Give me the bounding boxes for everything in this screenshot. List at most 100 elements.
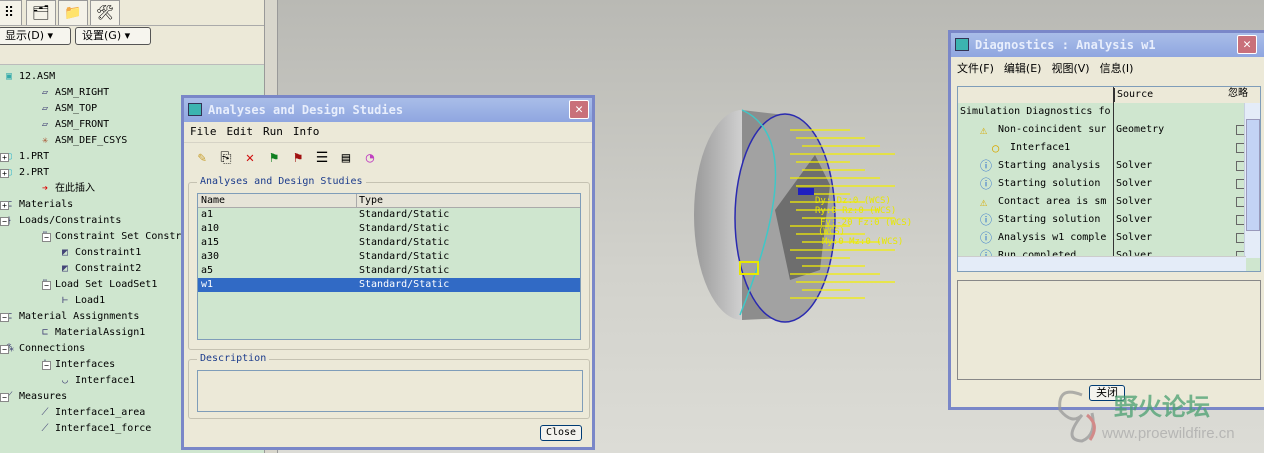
column-ignore[interactable]: 忽略 xyxy=(1228,87,1248,101)
close-button[interactable]: Close xyxy=(540,425,582,441)
ignore-checkbox[interactable] xyxy=(1236,233,1244,243)
model-viewport[interactable]: Dy: Dz:0 (WCS) Ry:0 Rz:0 (WCS) Fy:-20 Fz… xyxy=(680,100,960,340)
column-source[interactable]: Source xyxy=(1114,88,1153,102)
tree-item[interactable]: ⫳ Loads/Constraints xyxy=(2,213,121,229)
tree-item[interactable]: ◩ Constraint2 xyxy=(58,261,141,277)
edit-pencil-icon[interactable]: ✎ xyxy=(190,146,214,170)
tree-item[interactable]: ⁂ Connections xyxy=(2,341,85,357)
ignore-checkbox[interactable] xyxy=(1236,215,1244,225)
menu-info[interactable]: Info xyxy=(293,125,320,138)
ignore-checkbox[interactable] xyxy=(1236,179,1244,189)
collapse-icon[interactable]: − xyxy=(0,313,9,322)
ignore-checkbox[interactable] xyxy=(1236,161,1244,171)
menu-edit[interactable]: Edit xyxy=(227,125,254,138)
settings-dropdown[interactable]: 设置(G) ▾ xyxy=(75,27,151,45)
tree-item[interactable]: ⫴Load Set LoadSet1 xyxy=(38,277,157,293)
datum-plane-icon: ▱ xyxy=(41,119,49,130)
table-row[interactable]: a10 Standard/Static xyxy=(198,222,580,236)
tab-folder-browser[interactable]: 🗂 xyxy=(26,0,56,25)
column-name[interactable]: Name xyxy=(201,194,225,208)
tree-item[interactable]: ✳ ASM_DEF_CSYS xyxy=(38,133,127,149)
ignore-checkbox[interactable] xyxy=(1236,197,1244,207)
tree-item[interactable]: ⟋ Interface1_area xyxy=(38,405,146,421)
diagnostic-row[interactable]: ⓘ Starting analysis Solver xyxy=(958,157,1260,175)
menu-edit[interactable]: 编辑(E) xyxy=(1004,62,1042,75)
scroll-thumb[interactable] xyxy=(1246,119,1260,231)
ignore-checkbox[interactable] xyxy=(1236,143,1244,153)
menu-view[interactable]: 视图(V) xyxy=(1051,62,1089,75)
vertical-scrollbar[interactable] xyxy=(1244,103,1260,258)
display-dropdown[interactable]: 显示(D) ▾ xyxy=(0,27,71,45)
tree-item[interactable]: ⊏ Material Assignments xyxy=(2,309,139,325)
menu-file[interactable]: 文件(F) xyxy=(957,62,994,75)
expand-icon[interactable]: + xyxy=(0,201,9,210)
diagnostic-row[interactable]: ○ Interface1 xyxy=(958,139,1260,157)
table-row[interactable]: a15 Standard/Static xyxy=(198,236,580,250)
table-row[interactable]: a1 Standard/Static xyxy=(198,208,580,222)
diagnostics-titlebar[interactable]: Diagnostics : Analysis w1 ✕ xyxy=(951,33,1264,57)
horizontal-scrollbar[interactable] xyxy=(958,256,1246,271)
description-field[interactable] xyxy=(197,370,583,412)
toolbar: ✎ ⎘ ✕ ⚑ ⚑ ☰ ▤ ◔ xyxy=(184,142,592,172)
tree-item[interactable]: ▱ ASM_TOP xyxy=(38,101,97,117)
tree-item[interactable]: ▱ ASM_RIGHT xyxy=(38,85,109,101)
collapse-icon[interactable]: − xyxy=(42,281,51,290)
expand-icon[interactable]: + xyxy=(0,169,9,178)
menu-run[interactable]: Run xyxy=(263,125,283,138)
ignore-checkbox[interactable] xyxy=(1236,125,1244,135)
column-type[interactable]: Type xyxy=(356,194,383,208)
tree-item[interactable]: ➔ 在此插入 xyxy=(38,181,95,197)
tree-item[interactable]: ▱ ASM_FRONT xyxy=(38,117,109,133)
diagnostic-row[interactable]: ⚠ Contact area is sm Solver xyxy=(958,193,1260,211)
start-run-flag-icon[interactable]: ⚑ xyxy=(262,146,286,170)
tree-item[interactable]: ⫴Constraint Set Constr xyxy=(38,229,182,245)
close-icon[interactable]: ✕ xyxy=(569,100,589,119)
status-list-icon[interactable]: ☰ xyxy=(310,146,334,170)
collapse-icon[interactable]: − xyxy=(42,233,51,242)
tab-tools[interactable]: 🛠 xyxy=(90,0,120,25)
tree-item[interactable]: ⊢ Load1 xyxy=(58,293,105,309)
menu-info[interactable]: 信息(I) xyxy=(1100,62,1134,75)
table-row[interactable]: a5 Standard/Static xyxy=(198,264,580,278)
diagnostic-row[interactable]: Simulation Diagnostics fo xyxy=(958,103,1260,121)
tree-item[interactable]: ◩ Constraint1 xyxy=(58,245,141,261)
diagnostic-row[interactable]: ⓘ Starting solution Solver xyxy=(958,175,1260,193)
tree-item[interactable]: ⟋ Measures xyxy=(2,389,68,405)
analyses-list[interactable]: Name Type a1 Standard/Static a10 Standard/S… xyxy=(197,193,581,340)
tree-item[interactable]: ▣ 12.ASM xyxy=(2,69,55,85)
collapse-icon[interactable]: − xyxy=(0,345,9,354)
warning-icon: ⚠ xyxy=(980,123,988,137)
analyses-titlebar[interactable]: Analyses and Design Studies ✕ xyxy=(184,98,592,122)
tree-item[interactable]: ⟋ Interface1_force xyxy=(38,421,152,437)
tab-model-tree[interactable]: ⠿ xyxy=(0,0,22,25)
collapse-icon[interactable]: − xyxy=(42,361,51,370)
table-row[interactable]: a30 Standard/Static xyxy=(198,250,580,264)
tree-item-label: 2.PRT xyxy=(19,167,50,178)
tree-item[interactable]: ◡ Interface1 xyxy=(58,373,135,389)
tree-item[interactable]: ▢ 2.PRT xyxy=(2,165,49,181)
diagnostic-row[interactable]: ⚠ Non-coincident sur Geometry xyxy=(958,121,1260,139)
copy-icon[interactable]: ⎘ xyxy=(214,146,238,170)
tree-item[interactable]: ⊏ MaterialAssign1 xyxy=(38,325,145,341)
tree-item[interactable]: ▢ 1.PRT xyxy=(2,149,49,165)
diagnostic-row[interactable]: ⓘ Analysis w1 comple Solver xyxy=(958,229,1260,247)
collapse-icon[interactable]: − xyxy=(0,393,9,402)
diagnostics-list[interactable]: Source 忽略 Simulation Diagnostics fo ⚠ Non-… xyxy=(957,86,1261,272)
collapse-icon[interactable]: − xyxy=(0,217,9,226)
tree-item[interactable]: ⊏ Materials xyxy=(2,197,73,213)
results-icon[interactable]: ◔ xyxy=(358,146,382,170)
diagnostic-source: Solver xyxy=(1116,214,1153,225)
diagnostic-message: Non-coincident sur xyxy=(998,124,1107,135)
column-divider[interactable] xyxy=(1113,87,1114,271)
stop-run-flag-icon[interactable]: ⚑ xyxy=(286,146,310,170)
delete-icon[interactable]: ✕ xyxy=(238,146,262,170)
summary-icon[interactable]: ▤ xyxy=(334,146,358,170)
table-row[interactable]: w1 Standard/Static xyxy=(198,278,580,292)
expand-icon[interactable]: + xyxy=(0,153,9,162)
close-icon[interactable]: ✕ xyxy=(1237,35,1257,54)
diagnostic-row[interactable]: ⓘ Starting solution Solver xyxy=(958,211,1260,229)
menu-file[interactable]: File xyxy=(190,125,217,138)
tab-favorites[interactable]: 📁 xyxy=(58,0,88,25)
description-group: Description xyxy=(188,353,590,419)
cell-type: Standard/Static xyxy=(359,251,450,262)
